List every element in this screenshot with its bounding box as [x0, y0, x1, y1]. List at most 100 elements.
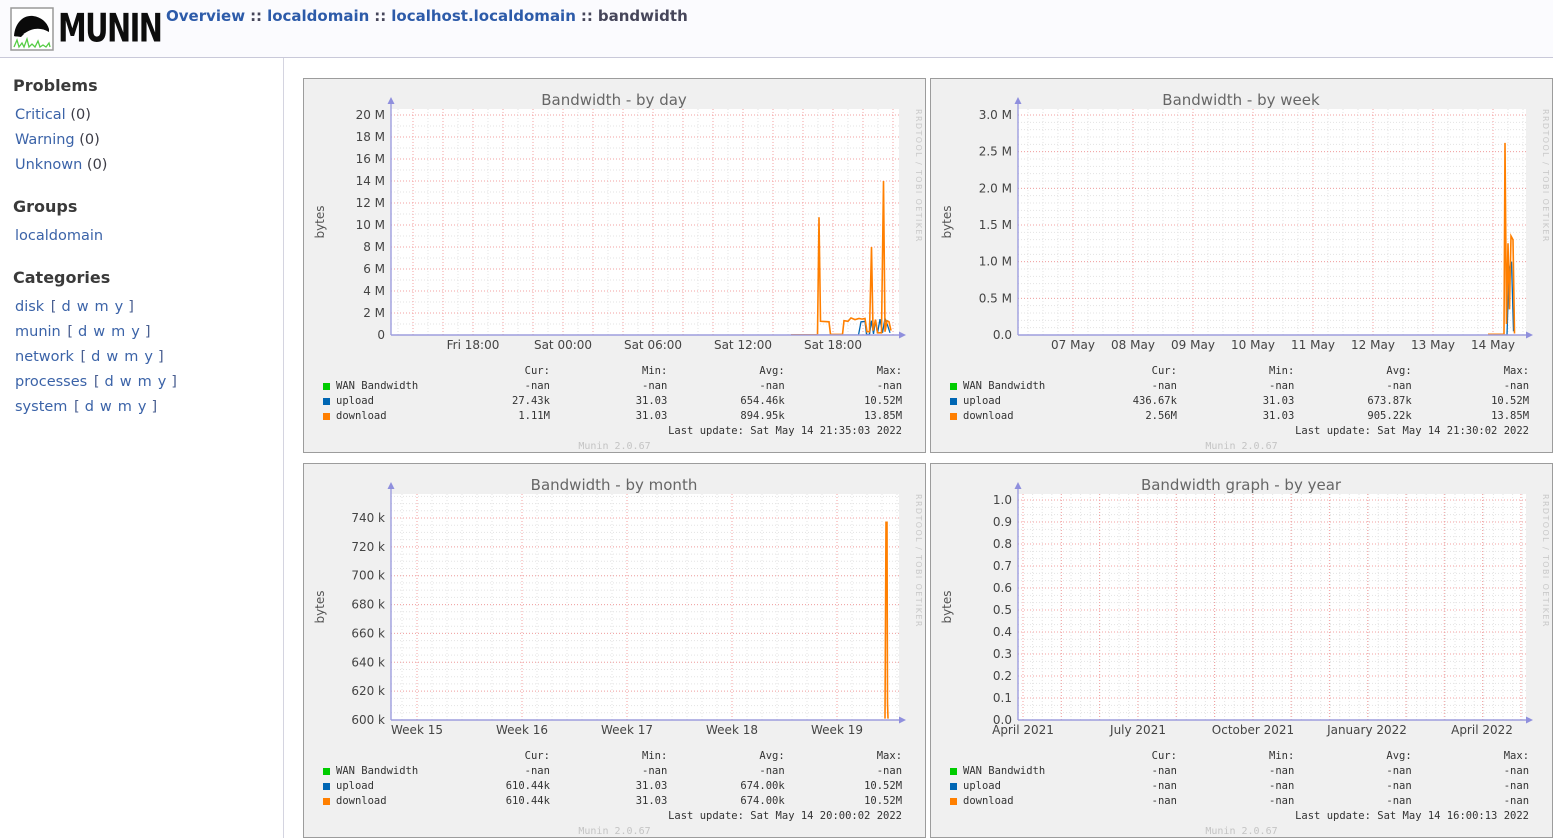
graph-panel-day: 20 M18 M16 M14 M12 M10 M8 M6 M4 M2 M0Fri… [303, 78, 926, 453]
col-min: Min: [550, 364, 667, 379]
disk-period-y[interactable]: y [115, 299, 124, 315]
system-link[interactable]: system [15, 399, 67, 415]
warning-count: (0) [79, 132, 100, 148]
munin-link[interactable]: munin [15, 324, 61, 340]
value-max: -nan [1412, 779, 1529, 794]
system-period-y[interactable]: y [138, 399, 147, 415]
graph-panel-month: 740 k720 k700 k680 k660 k640 k620 k600 k… [303, 463, 926, 838]
system-period-d[interactable]: d [85, 399, 94, 415]
svg-text:Week 16: Week 16 [496, 723, 548, 737]
col-avg: Avg: [667, 749, 784, 764]
value-avg: 654.46k [667, 394, 784, 409]
network-period-d[interactable]: d [91, 349, 100, 365]
bracket-close: ] [152, 399, 158, 415]
breadcrumb-separator: :: [581, 7, 593, 25]
col-min: Min: [1177, 364, 1294, 379]
processes-link[interactable]: processes [15, 374, 87, 390]
value-min: -nan [1177, 794, 1294, 809]
value-max: 10.52M [785, 779, 902, 794]
series-label: download [336, 409, 387, 424]
svg-text:Bandwidth graph - by year: Bandwidth graph - by year [1141, 476, 1342, 494]
svg-text:RRDTOOL / TOBI OETIKER: RRDTOOL / TOBI OETIKER [1541, 109, 1550, 243]
disk-period-d[interactable]: d [61, 299, 70, 315]
svg-text:0.1: 0.1 [993, 691, 1012, 705]
svg-text:0.5 M: 0.5 M [979, 291, 1012, 305]
breadcrumb-link-overview[interactable]: Overview [166, 7, 245, 25]
upload-swatch-icon [323, 783, 330, 790]
svg-text:bytes: bytes [940, 590, 954, 623]
value-avg: 673.87k [1294, 394, 1411, 409]
legend-row-upload: upload 27.43k 31.03 654.46k 10.52M [304, 394, 925, 409]
series-label: WAN Bandwidth [336, 379, 418, 394]
breadcrumb-link-localdomain[interactable]: localdomain [267, 7, 369, 25]
series-label: upload [963, 394, 1001, 409]
svg-text:20 M: 20 M [356, 108, 385, 122]
munin-period-d[interactable]: d [78, 324, 87, 340]
munin-logo-text: MUNIN [58, 6, 161, 53]
disk-link[interactable]: disk [15, 299, 44, 315]
svg-text:740 k: 740 k [351, 511, 385, 525]
network-period-m[interactable]: m [124, 349, 138, 365]
breadcrumb-link-host[interactable]: localhost.localdomain [391, 7, 576, 25]
bandwidth-by-day-graph[interactable]: 20 M18 M16 M14 M12 M10 M8 M6 M4 M2 M0Fri… [304, 79, 925, 355]
svg-text:0.3: 0.3 [993, 647, 1012, 661]
network-period-w[interactable]: w [106, 349, 118, 365]
header: MUNIN Overview::localdomain::localhost.l… [0, 0, 1553, 58]
graph-panel-year: 1.00.90.80.70.60.50.40.30.20.10.0April 2… [930, 463, 1553, 838]
col-max: Max: [785, 749, 902, 764]
value-cur: -nan [1060, 779, 1177, 794]
svg-text:April 2021: April 2021 [992, 723, 1054, 737]
unknown-link[interactable]: Unknown [15, 157, 82, 173]
svg-text:8 M: 8 M [363, 240, 385, 254]
value-avg: 674.00k [667, 794, 784, 809]
legend-row-wan: WAN Bandwidth -nan -nan -nan -nan [931, 764, 1552, 779]
warning-link[interactable]: Warning [15, 132, 75, 148]
svg-text:Week 17: Week 17 [601, 723, 653, 737]
processes-period-m[interactable]: m [138, 374, 152, 390]
svg-text:09 May: 09 May [1171, 338, 1215, 352]
bracket-close: ] [145, 324, 151, 340]
localdomain-link[interactable]: localdomain [15, 228, 103, 244]
svg-text:1.5 M: 1.5 M [979, 218, 1012, 232]
col-cur: Cur: [1060, 364, 1177, 379]
svg-text:11 May: 11 May [1291, 338, 1335, 352]
sidebar-category-processes: processes [dwmy] [13, 370, 283, 395]
unknown-count: (0) [87, 157, 108, 173]
sidebar-item-localdomain: localdomain [13, 224, 283, 249]
processes-period-y[interactable]: y [158, 374, 167, 390]
system-period-m[interactable]: m [118, 399, 132, 415]
critical-count: (0) [70, 107, 91, 123]
download-swatch-icon [950, 413, 957, 420]
munin-logo[interactable]: MUNIN [10, 6, 191, 52]
disk-period-m[interactable]: m [95, 299, 109, 315]
value-cur: 610.44k [433, 779, 550, 794]
network-link[interactable]: network [15, 349, 74, 365]
system-period-w[interactable]: w [100, 399, 112, 415]
bandwidth-by-year-graph[interactable]: 1.00.90.80.70.60.50.40.30.20.10.0April 2… [931, 464, 1552, 740]
critical-link[interactable]: Critical [15, 107, 66, 123]
munin-version: Munin 2.0.67 [931, 826, 1552, 837]
bracket-close: ] [171, 374, 177, 390]
processes-period-d[interactable]: d [104, 374, 113, 390]
series-label: WAN Bandwidth [336, 764, 418, 779]
svg-text:700 k: 700 k [351, 569, 385, 583]
disk-period-w[interactable]: w [77, 299, 89, 315]
value-cur: -nan [1060, 794, 1177, 809]
bracket-close: ] [128, 299, 134, 315]
bandwidth-by-month-graph[interactable]: 740 k720 k700 k680 k660 k640 k620 k600 k… [304, 464, 925, 740]
processes-period-w[interactable]: w [120, 374, 132, 390]
network-period-y[interactable]: y [144, 349, 153, 365]
svg-text:0.6: 0.6 [993, 581, 1012, 595]
svg-text:Sat 00:00: Sat 00:00 [534, 338, 592, 352]
svg-text:Week 19: Week 19 [811, 723, 863, 737]
svg-text:12 M: 12 M [356, 196, 385, 210]
col-avg: Avg: [1294, 364, 1411, 379]
bandwidth-by-week-graph[interactable]: 3.0 M2.5 M2.0 M1.5 M1.0 M0.5 M0.007 May0… [931, 79, 1552, 355]
svg-text:720 k: 720 k [351, 540, 385, 554]
munin-period-m[interactable]: m [111, 324, 125, 340]
wan-swatch-icon [323, 383, 330, 390]
munin-period-y[interactable]: y [131, 324, 140, 340]
munin-period-w[interactable]: w [93, 324, 105, 340]
col-avg: Avg: [1294, 749, 1411, 764]
svg-text:Bandwidth - by month: Bandwidth - by month [531, 476, 698, 494]
